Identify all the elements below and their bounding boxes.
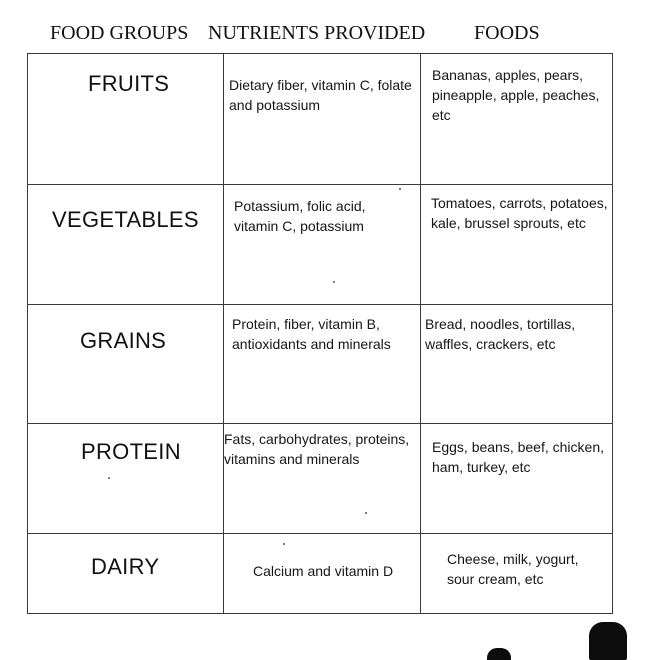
scan-speck: [365, 512, 367, 514]
foods-cell: Cheese, milk, yogurt, sour cream, etc: [447, 551, 579, 587]
row-divider: [27, 304, 613, 305]
table-header: FOOD GROUPS NUTRIENTS PROVIDED FOODS: [0, 22, 669, 52]
column-divider: [420, 53, 421, 614]
foods-cell: Eggs, beans, beef, chicken, ham, turkey,…: [432, 439, 604, 475]
header-nutrients-provided: NUTRIENTS PROVIDED: [208, 22, 426, 44]
scan-speck: [108, 477, 110, 479]
nutrients-cell: Fats, carbohydrates, proteins, vitamins …: [224, 431, 410, 467]
table-border-left: [27, 53, 28, 614]
foods-cell: Tomatoes, carrots, potatoes, kale, bruss…: [431, 195, 608, 231]
group-name-vegetables: VEGETABLES: [52, 207, 199, 232]
group-name-grains: GRAINS: [80, 328, 167, 353]
table-border-right: [612, 53, 613, 614]
table-border-top: [27, 53, 613, 54]
header-foods: FOODS: [474, 22, 540, 44]
header-food-groups: FOOD GROUPS: [50, 22, 189, 44]
scan-blot: [487, 648, 511, 660]
column-divider: [223, 53, 224, 614]
row-divider: [27, 533, 613, 534]
nutrients-cell: Protein, fiber, vitamin B, antioxidants …: [232, 316, 391, 352]
scan-blot: [589, 622, 627, 660]
foods-cell: Bananas, apples, pears, pineapple, apple…: [432, 67, 600, 123]
row-divider: [27, 423, 613, 424]
food-groups-table: FRUITS Dietary fiber, vitamin C, folate …: [27, 53, 613, 614]
scan-speck: [333, 281, 335, 283]
scan-speck: [283, 543, 285, 545]
nutrients-cell: Dietary fiber, vitamin C, folate and pot…: [229, 77, 412, 113]
group-name-dairy: DAIRY: [91, 554, 160, 579]
nutrients-cell: Potassium, folic acid, vitamin C, potass…: [234, 198, 366, 234]
group-name-protein: PROTEIN: [81, 439, 181, 464]
group-name-fruits: FRUITS: [88, 71, 170, 96]
table-border-bottom: [27, 613, 613, 614]
nutrients-cell: Calcium and vitamin D: [253, 563, 394, 579]
foods-cell: Bread, noodles, tortillas, waffles, crac…: [425, 316, 576, 352]
row-divider: [27, 184, 613, 185]
scan-speck: [399, 188, 401, 190]
